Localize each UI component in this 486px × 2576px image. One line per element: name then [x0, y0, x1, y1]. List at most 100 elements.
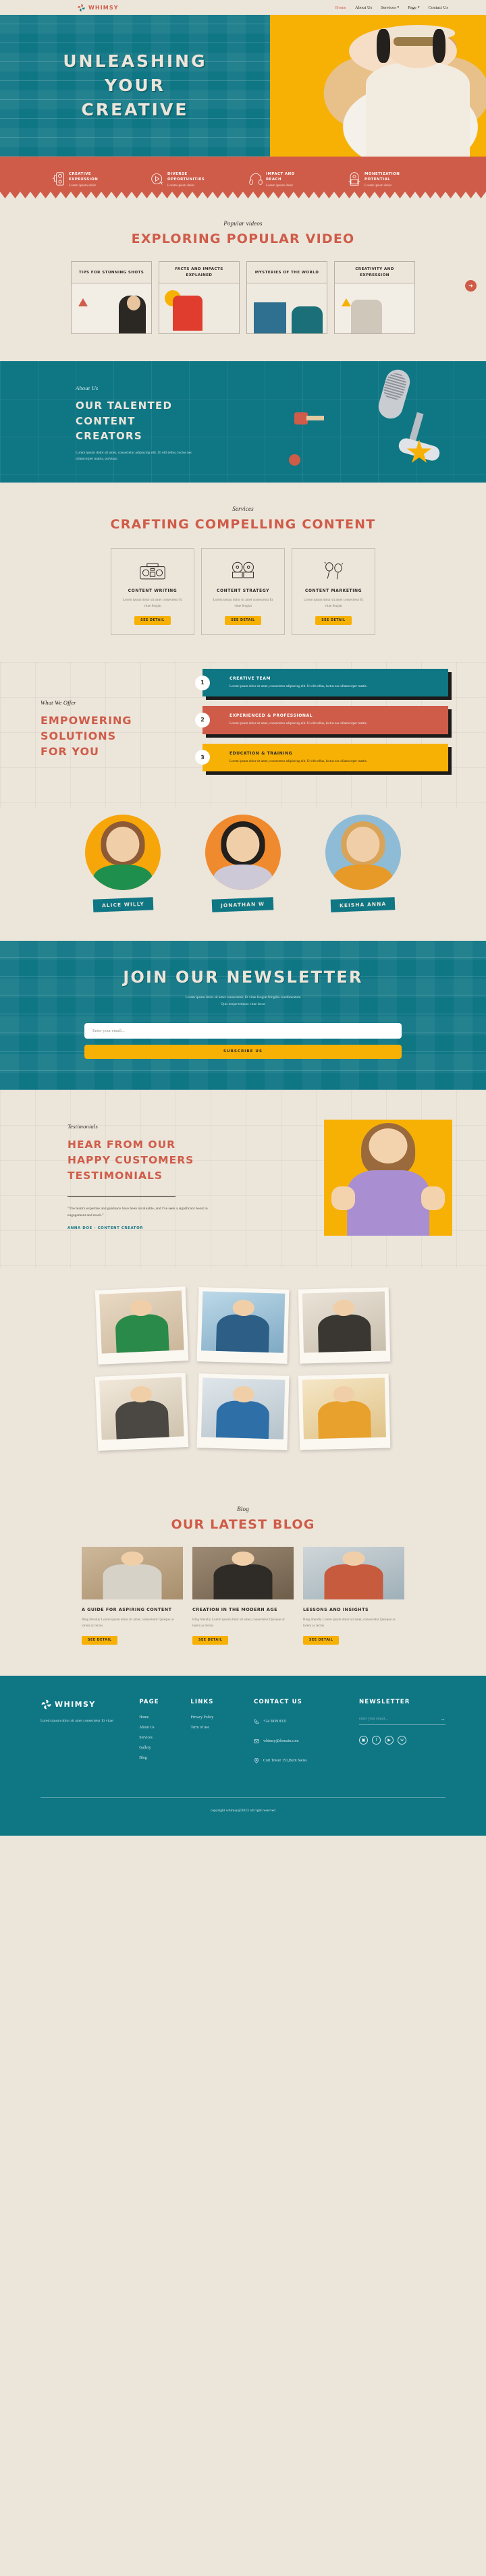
footer-contact-email[interactable]: whimsy@domain.com [254, 1735, 359, 1747]
video-card-image [72, 283, 151, 334]
blog-card: CREATION IN THE MODERN AGE Blog literall… [192, 1546, 294, 1645]
offer-item-experienced-professional[interactable]: 2 EXPERIENCED & PROFESSIONAL Lorem ipsum… [195, 706, 448, 734]
newsletter-subscribe-button[interactable]: SUBSCRIBE US [84, 1044, 402, 1059]
team-member-alice[interactable]: ALICE WILLY [72, 815, 173, 912]
nav-item-about[interactable]: About Us [355, 5, 372, 10]
instagram-icon[interactable]: ▣ [359, 1736, 368, 1745]
blog-card: LESSONS AND INSIGHTS Blog literally Lore… [303, 1546, 404, 1645]
feature-monetization-potential[interactable]: MONETIZATION POTENTIAL Lorem ipsum dolor [348, 171, 434, 188]
team-member-jonathan[interactable]: JONATHAN W [192, 815, 294, 912]
video-card-title: MYSTERIES OF THE WORLD [247, 262, 327, 284]
service-detail-button[interactable]: See Detail [225, 615, 261, 625]
footer-link-home[interactable]: Home [139, 1716, 190, 1720]
gallery-figure [317, 1314, 371, 1352]
service-detail-button[interactable]: See Detail [134, 615, 171, 625]
nav-item-services[interactable]: Services ▾ [381, 5, 399, 10]
footer-about-text: Lorem ipsum dolor sit amet consectetur E… [40, 1719, 113, 1724]
figure-person [351, 300, 382, 334]
brand-logo[interactable]: WHIMSY [77, 3, 119, 12]
gallery-figure-head [130, 1298, 153, 1317]
location-pin-icon [254, 1755, 259, 1767]
feature-diverse-opportunities[interactable]: DIVERSE OPPORTUNITIES Lorem ipsum dolor [151, 171, 237, 188]
page-root: WHIMSY Home About Us Services ▾ Page ▾ Con… [0, 0, 486, 1836]
gallery-item[interactable] [94, 1286, 189, 1365]
feature-title: DIVERSE OPPORTUNITIES [167, 172, 205, 182]
blog-detail-button[interactable]: See Detail [82, 1636, 118, 1645]
tape-reel-icon [210, 559, 276, 582]
gallery-figure [317, 1400, 371, 1439]
blog-detail-button[interactable]: See Detail [303, 1636, 340, 1645]
gallery-item[interactable] [196, 1373, 290, 1450]
nav-label: Services [381, 5, 396, 10]
video-card-title: FACTS AND IMPACTS EXPLAINED [159, 262, 239, 284]
footer-links-title: LINKS [190, 1699, 214, 1706]
about-illustration [284, 366, 446, 481]
offers-heading: EMPOWERING SOLUTIONS FOR YOU [40, 713, 132, 759]
testimonials-heading: HEAR FROM OUR HAPPY CUSTOMERS TESTIMONIA… [68, 1138, 194, 1182]
footer-newsletter-input[interactable] [359, 1716, 440, 1721]
avatar [205, 815, 281, 891]
blog-eyebrow: Blog [237, 1505, 249, 1512]
main-nav: Home About Us Services ▾ Page ▾ Contact Us [335, 5, 448, 10]
footer-link-blog[interactable]: Blog [139, 1756, 190, 1760]
nav-item-contact[interactable]: Contact Us [429, 5, 449, 10]
brand-name: WHIMSY [88, 4, 119, 11]
nav-label: About Us [354, 5, 373, 10]
blog-image [303, 1546, 404, 1599]
footer-contact-address[interactable]: Cort Tower 151,Burn Swiss [254, 1755, 359, 1767]
offer-item-creative-team[interactable]: 1 CREATIVE TEAM Lorem ipsum dolor sit am… [195, 668, 448, 697]
feature-creative-expression[interactable]: CREATIVE EXPRESSION Lorem ipsum dolor [52, 171, 138, 188]
footer-link-about[interactable]: About Us [139, 1726, 190, 1730]
newsletter-heading: JOIN OUR NEWSLETTER [123, 968, 363, 987]
blog-figure-head [232, 1552, 254, 1566]
arrow-right-icon[interactable]: → [440, 1716, 446, 1722]
blog-detail-button[interactable]: See Detail [192, 1636, 229, 1645]
blog-section: Blog OUR LATEST BLOG A GUIDE FOR ASPIRIN… [0, 1487, 486, 1676]
gallery-item[interactable] [94, 1372, 189, 1451]
footer-contact-phone[interactable]: +24 3839 8321 [254, 1716, 359, 1728]
gallery-row-2 [0, 1372, 486, 1451]
footer-copyright: copyright whimsy@2023 all right reserved [210, 1809, 276, 1813]
video-card[interactable]: MYSTERIES OF THE WORLD [246, 261, 327, 335]
video-card[interactable]: CREATIVITY AND EXPRESSION [334, 261, 415, 335]
paint-brush-graphic [294, 411, 325, 429]
footer-link-terms[interactable]: Term of use [190, 1726, 254, 1730]
video-card[interactable]: TIPS FOR STUNNING SHOTS [71, 261, 152, 335]
facebook-icon[interactable]: f [372, 1736, 381, 1745]
gallery-item[interactable] [196, 1286, 290, 1364]
twitter-icon[interactable]: w [398, 1736, 406, 1745]
gallery-item[interactable] [298, 1286, 391, 1364]
footer-brand-logo[interactable]: WHIMSY [40, 1699, 139, 1710]
videos-next-button[interactable]: ➜ [465, 279, 477, 292]
footer-link-services[interactable]: Services [139, 1736, 190, 1740]
footer-link-gallery[interactable]: Gallery [139, 1746, 190, 1750]
footer-social-links: ▣ f ▶ w [359, 1736, 446, 1745]
video-card-image [159, 283, 239, 334]
service-card-content-marketing: CONTENT MARKETING Lorem ipsum dolor sit … [292, 548, 375, 635]
videos-heading-block: Popular videos EXPLORING POPULAR VIDEO [0, 220, 486, 246]
hero-sweater [365, 62, 470, 157]
gallery-item[interactable] [298, 1373, 391, 1450]
blog-heading-block: Blog OUR LATEST BLOG [0, 1506, 486, 1532]
youtube-icon[interactable]: ▶ [385, 1736, 394, 1745]
team-section: ALICE WILLY JONATHAN W KEISHA ANNA [0, 808, 486, 941]
video-card-image [335, 283, 414, 334]
arrow-right-icon: ➜ [468, 282, 473, 289]
newsletter-email-input[interactable] [84, 1022, 402, 1039]
nav-item-page[interactable]: Page ▾ [408, 5, 419, 10]
team-member-keisha[interactable]: KEISHA ANNA [313, 815, 414, 912]
gallery-image [99, 1376, 184, 1440]
nav-item-home[interactable]: Home [335, 5, 346, 10]
nav-label: Contact Us [428, 5, 449, 10]
offer-item-education-training[interactable]: 3 EDUCATION & TRAINING Lorem ipsum dolor… [195, 743, 448, 772]
blog-heading: OUR LATEST BLOG [171, 1516, 315, 1532]
photo-body [347, 1170, 429, 1236]
footer-columns: WHIMSY Lorem ipsum dolor sit amet consec… [0, 1699, 486, 1774]
testimonial-quote: "The team's expertise and guidance have … [68, 1207, 208, 1218]
hero-title-line-1: UNLEASHING [63, 51, 207, 71]
video-card[interactable]: FACTS AND IMPACTS EXPLAINED [159, 261, 240, 335]
feature-impact-reach[interactable]: IMPACT AND REACH Lorem ipsum dolor [249, 171, 335, 188]
footer-link-privacy[interactable]: Privacy Policy [190, 1716, 254, 1720]
service-detail-button[interactable]: See Detail [315, 615, 352, 625]
avatar-body [213, 865, 273, 891]
